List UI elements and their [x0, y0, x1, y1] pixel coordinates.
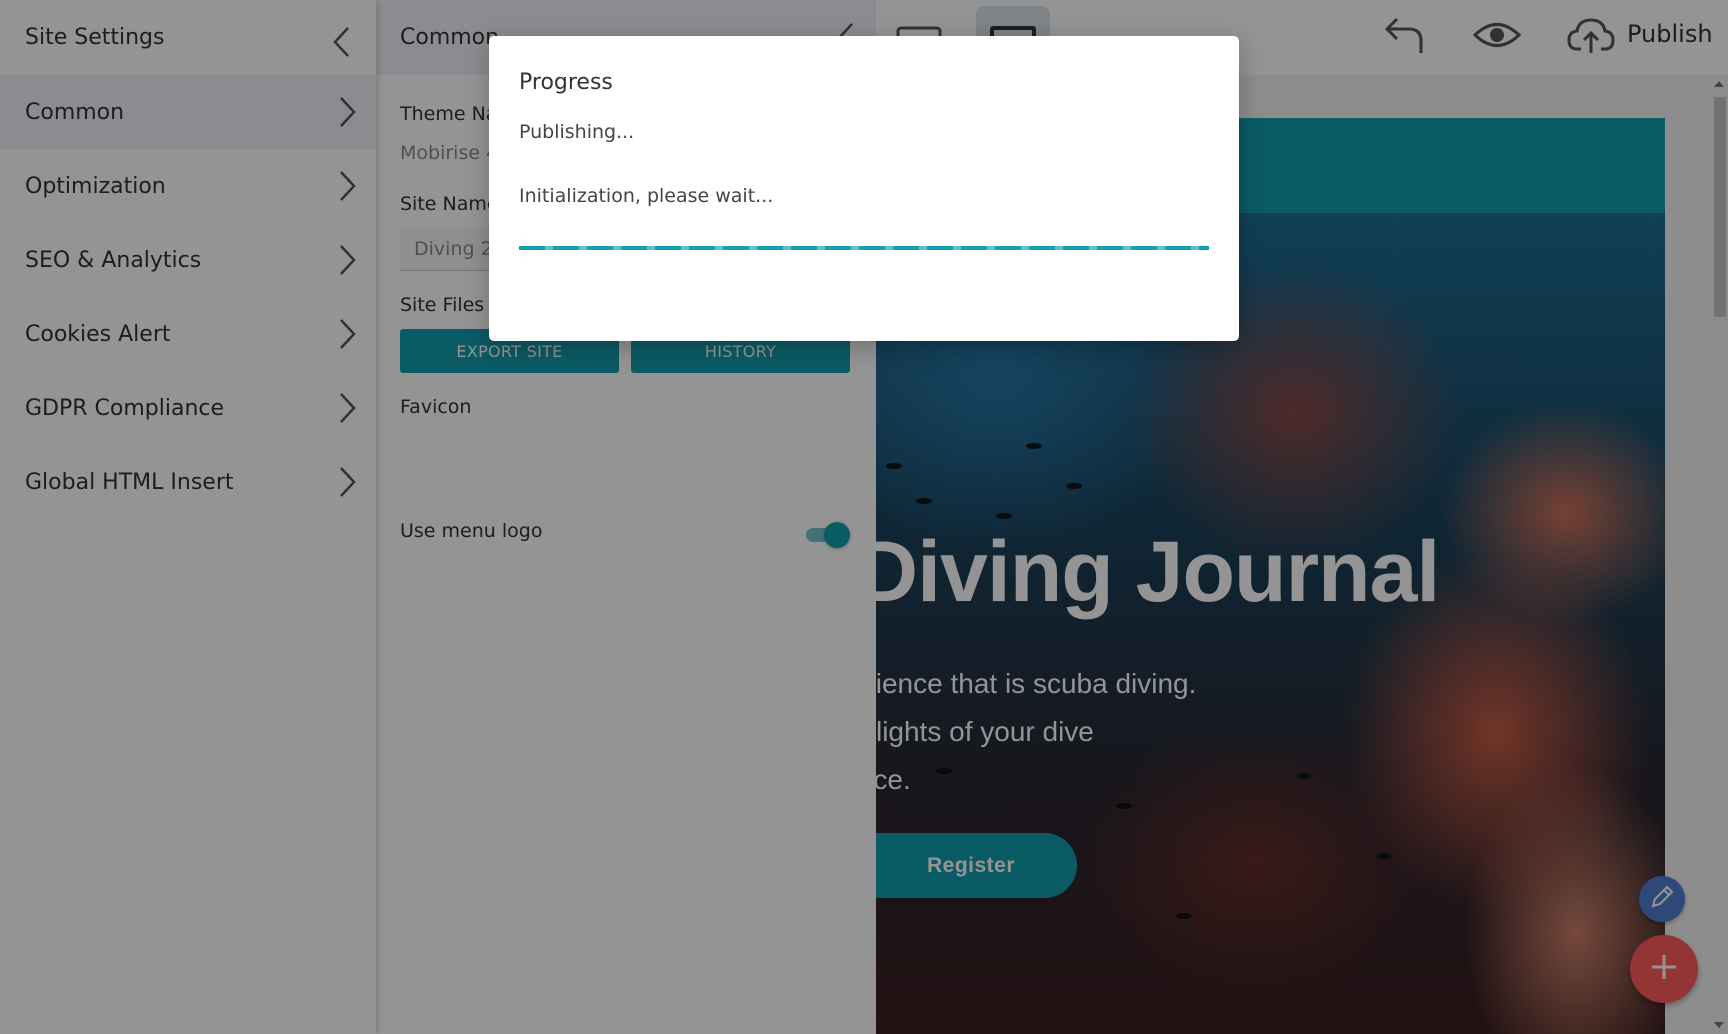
- dialog-status: Publishing...: [519, 121, 635, 143]
- dialog-detail: Initialization, please wait...: [519, 185, 774, 207]
- progress-bar-fill: [519, 246, 1209, 250]
- progress-dialog: Progress Publishing... Initialization, p…: [489, 36, 1239, 341]
- progress-bar: [519, 246, 1209, 250]
- dialog-title: Progress: [519, 70, 613, 95]
